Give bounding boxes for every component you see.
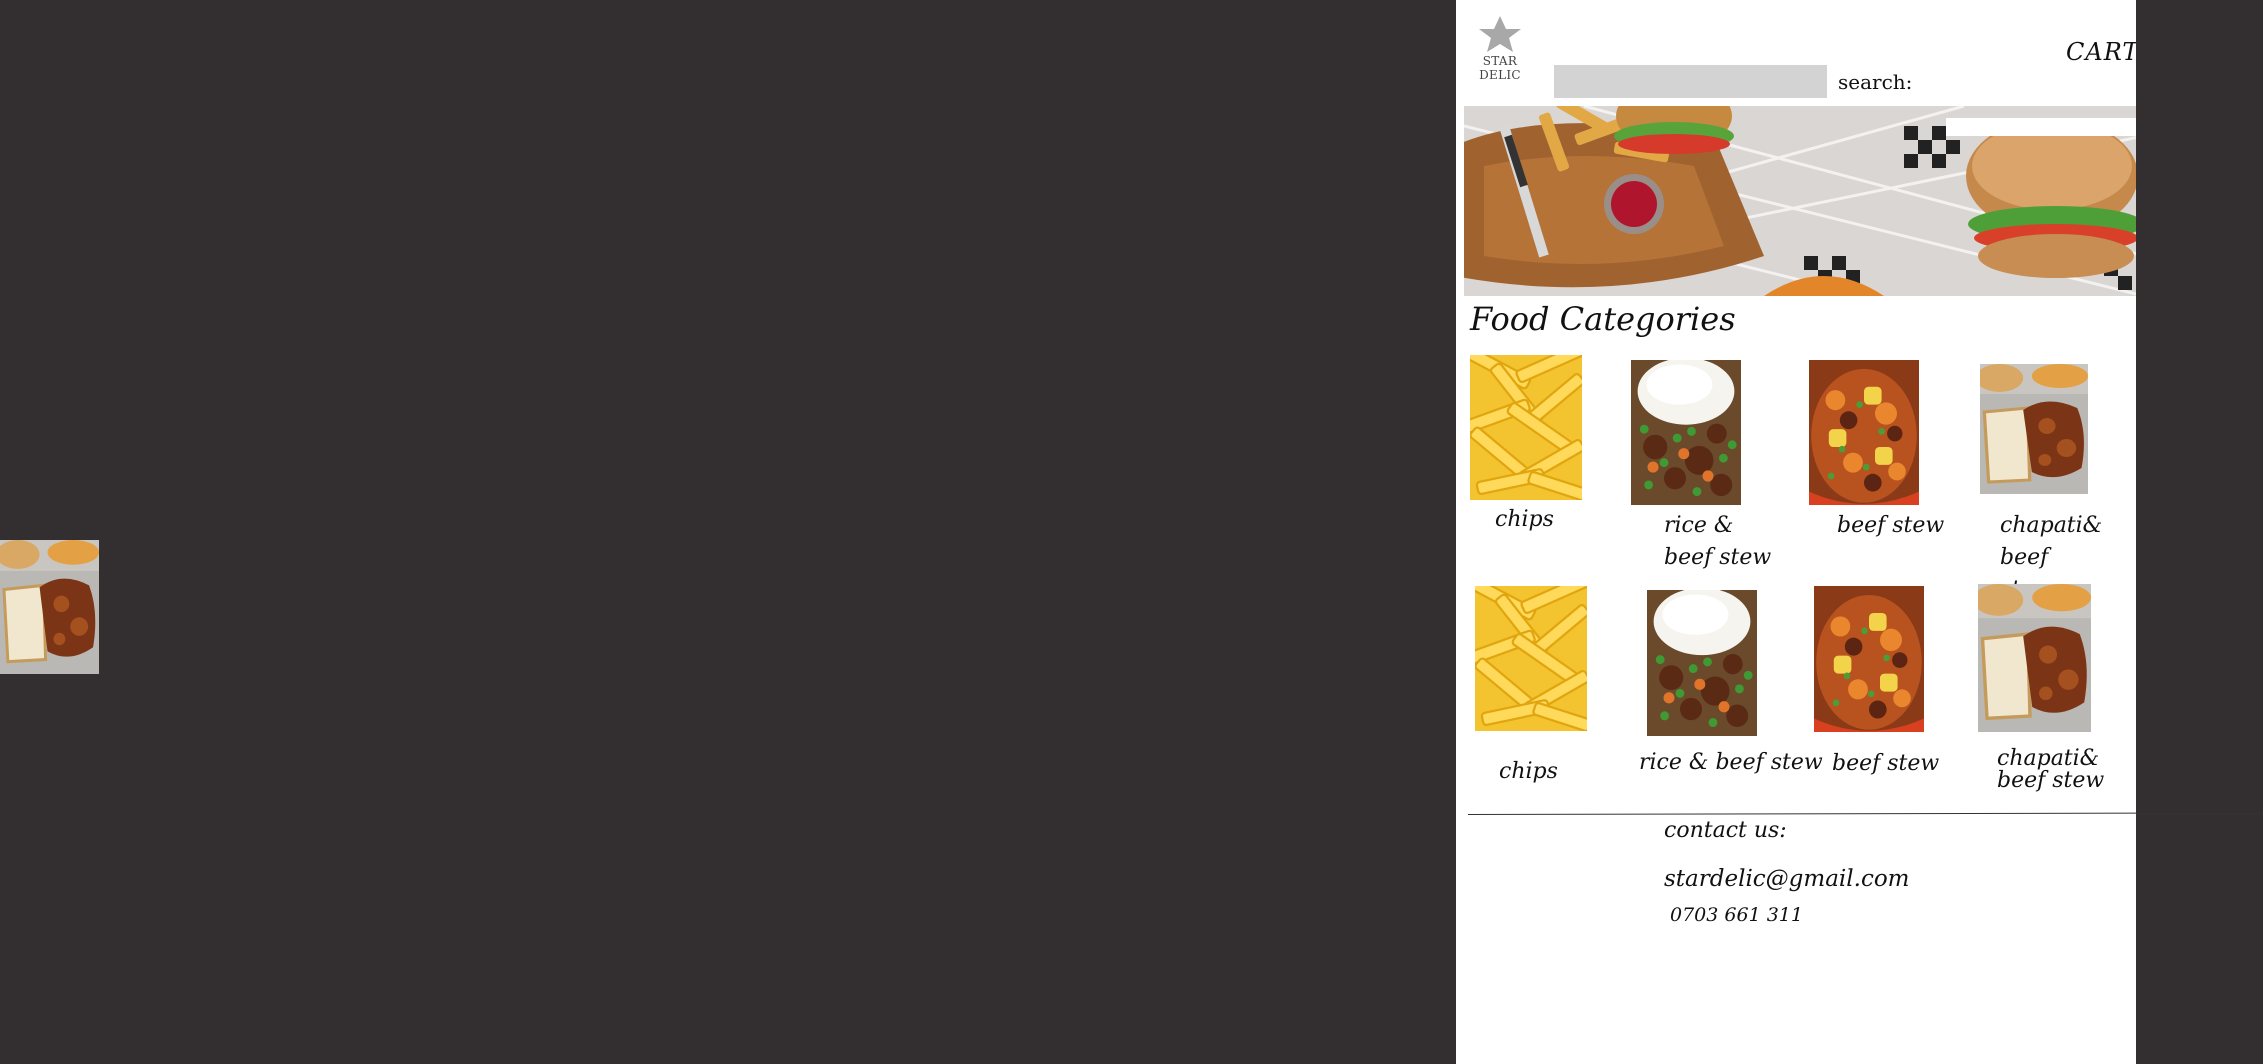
category-label[interactable]: chips	[1499, 756, 1558, 788]
brand-name: STAR DELIC	[1479, 54, 1521, 82]
category-label-clip: chapati& beef stew	[1996, 510, 2106, 594]
category-label[interactable]: chips	[1495, 504, 1554, 536]
chapati-beef-stew-image[interactable]	[1980, 364, 2088, 494]
chapati-beef-stew-image[interactable]	[1978, 584, 2091, 732]
main-page: STAR DELIC search: CART Food Categories …	[1456, 0, 2136, 1064]
logo[interactable]: STAR DELIC	[1462, 14, 1538, 82]
chips-image[interactable]	[1475, 586, 1587, 731]
category-label[interactable]: rice & beef stew	[1639, 747, 1823, 779]
category-label[interactable]: beef stew	[1837, 510, 1944, 542]
rice-beef-stew-image[interactable]	[1631, 360, 1741, 505]
search-input[interactable]	[1554, 65, 1827, 98]
section-title: Food Categories	[1470, 300, 1736, 338]
footer-divider-overflow	[2136, 813, 2263, 814]
contact-email[interactable]: stardelic@gmail.com	[1664, 866, 1910, 892]
star-icon	[1479, 16, 1521, 52]
beef-stew-image[interactable]	[1809, 360, 1919, 505]
contact-title: contact us:	[1664, 818, 1787, 843]
beef-stew-image[interactable]	[1814, 586, 1924, 732]
footer-divider	[1468, 812, 2136, 815]
cart-link[interactable]: CART	[2066, 38, 2136, 66]
rice-beef-stew-image[interactable]	[1647, 590, 1757, 736]
banner-input-field[interactable]	[1946, 118, 2136, 136]
category-label[interactable]: chapati& beef stew	[2000, 510, 2106, 594]
search-label: search:	[1838, 70, 1913, 94]
contact-phone: 0703 661 311	[1670, 904, 1803, 926]
chapati-beef-stew-image	[0, 540, 99, 674]
category-label[interactable]: rice & beef stew	[1664, 510, 1774, 574]
category-label[interactable]: beef stew	[1832, 748, 1939, 780]
chips-image[interactable]	[1470, 355, 1582, 500]
category-label[interactable]: chapati& beef stew	[1997, 748, 2107, 792]
